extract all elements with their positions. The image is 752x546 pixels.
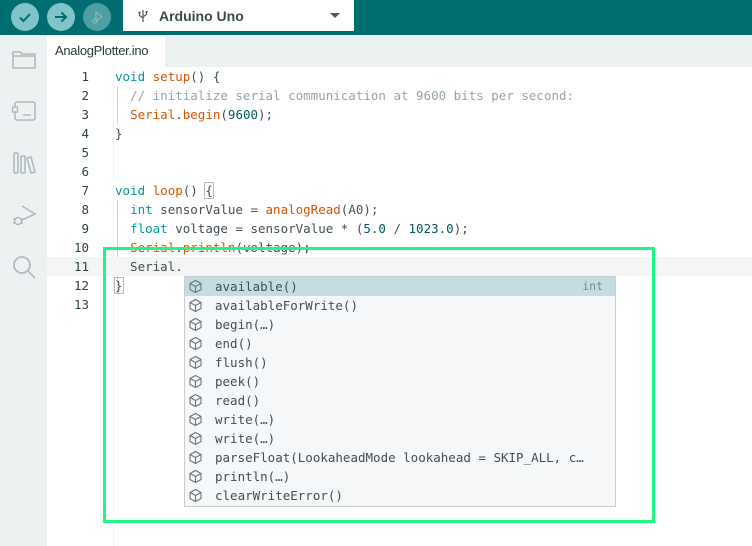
line-text: } [115,126,123,141]
board-name: Arduino Uno [159,7,244,24]
activity-sidebar [0,35,47,546]
suggestion-label: parseFloat(LookaheadMode lookahead = SKI… [215,450,584,465]
suggestion-label: write(…) [215,431,276,446]
checkmark-icon [19,13,31,23]
suggestion-type: int [582,279,603,293]
code-line: 4 } [47,124,752,143]
line-text: } [114,277,124,294]
suggestion-item[interactable]: write(…) [185,410,615,429]
line-number: 2 [81,88,89,103]
suggestion-item[interactable]: write(…) [185,429,615,448]
suggestion-label: clearWriteError() [215,488,343,503]
method-cube-icon [189,431,202,446]
arrow-right-icon [55,11,68,23]
method-cube-icon [189,279,202,294]
debug-icon [12,204,37,225]
debug-play-icon [92,10,104,24]
sidebar-item-sketchbook[interactable] [10,45,37,72]
line-number: 13 [73,297,89,312]
code-line: 5 [47,143,752,162]
suggestion-label: println(…) [215,469,291,484]
editor-tabbar: AnalogPlotter.ino [47,35,752,67]
line-number: 6 [81,164,89,179]
line-number: 7 [81,183,89,198]
board-selector[interactable]: Arduino Uno [123,0,354,31]
chevron-down-icon [330,13,340,18]
suggestion-label: available() [215,279,298,294]
suggestion-item[interactable]: read() [185,391,615,410]
code-line: 8 int sensorValue = analogRead(A0); [47,200,752,219]
line-number: 8 [81,202,89,217]
line-number: 12 [73,278,89,293]
code-line: 3 Serial.begin(9600); [47,105,752,124]
suggestion-label: read() [215,393,261,408]
suggestion-label: begin(…) [215,317,276,332]
code-line: 7 void loop() { [47,181,752,200]
code-line: 1 void setup() { [47,67,752,86]
sidebar-item-debug[interactable] [10,201,37,228]
method-cube-icon [189,393,202,408]
line-text: float voltage = sensorValue * (5.0 / 102… [130,221,469,236]
line-text: void setup() { [115,69,221,84]
line-text: Serial. [115,259,183,274]
line-text: // initialize serial communication at 96… [115,88,575,103]
verify-button[interactable] [11,3,39,31]
suggestion-label: peek() [215,374,261,389]
usb-icon [138,9,148,22]
line-number: 10 [73,240,89,255]
method-cube-icon [189,336,202,351]
code-line: 10 Serial.println(voltage); [47,238,752,257]
method-cube-icon [189,355,202,370]
suggestion-item[interactable]: clearWriteError() [185,486,615,505]
library-icon [12,151,36,174]
suggestion-label: write(…) [215,412,276,427]
method-cube-icon [189,298,202,313]
suggestion-item[interactable]: peek() [185,372,615,391]
line-number: 11 [73,259,89,274]
method-cube-icon [189,450,202,465]
suggestion-item[interactable]: end() [185,334,615,353]
line-text: int sensorValue = analogRead(A0); [130,202,379,217]
suggestion-item[interactable]: println(…) [185,467,615,486]
code-line: 9 float voltage = sensorValue * (5.0 / 1… [47,219,752,238]
suggestion-item[interactable]: availableForWrite() [185,296,615,315]
sidebar-item-library-manager[interactable] [10,149,37,176]
method-cube-icon [189,412,202,427]
suggestion-label: flush() [215,355,268,370]
suggestion-label: end() [215,336,253,351]
line-number: 3 [81,107,89,122]
suggestion-item[interactable]: begin(…) [185,315,615,334]
upload-button[interactable] [47,3,75,31]
method-cube-icon [189,469,202,484]
code-line: 2 // initialize serial communication at … [47,86,752,105]
code-line: 6 [47,162,752,181]
method-cube-icon [189,488,202,503]
tab-analogplotter[interactable]: AnalogPlotter.ino [47,35,165,67]
line-text: Serial.println(voltage); [130,240,311,255]
toolbar: Arduino Uno [0,0,752,35]
suggestion-item[interactable]: parseFloat(LookaheadMode lookahead = SKI… [185,448,615,467]
method-cube-icon [189,317,202,332]
line-number: 5 [81,145,89,160]
line-number: 9 [81,221,89,236]
suggestion-label: availableForWrite() [215,298,358,313]
line-text: Serial.begin(9600); [130,107,274,122]
method-cube-icon [189,374,202,389]
sidebar-item-boards-manager[interactable] [10,97,37,124]
sidebar-item-search[interactable] [10,253,37,280]
code-line-current: 11 Serial. [47,257,752,276]
autocomplete-suggestions: available() int availableForWrite() begin(…… [184,276,616,507]
line-text: void loop() { [115,182,214,199]
suggestion-item[interactable]: available() int [185,277,615,296]
line-number: 4 [81,126,89,141]
folder-icon [11,50,36,69]
debug-button[interactable] [83,3,111,31]
suggestion-item[interactable]: flush() [185,353,615,372]
board-icon [11,100,36,121]
line-number: 1 [81,69,89,84]
search-icon [12,255,36,279]
